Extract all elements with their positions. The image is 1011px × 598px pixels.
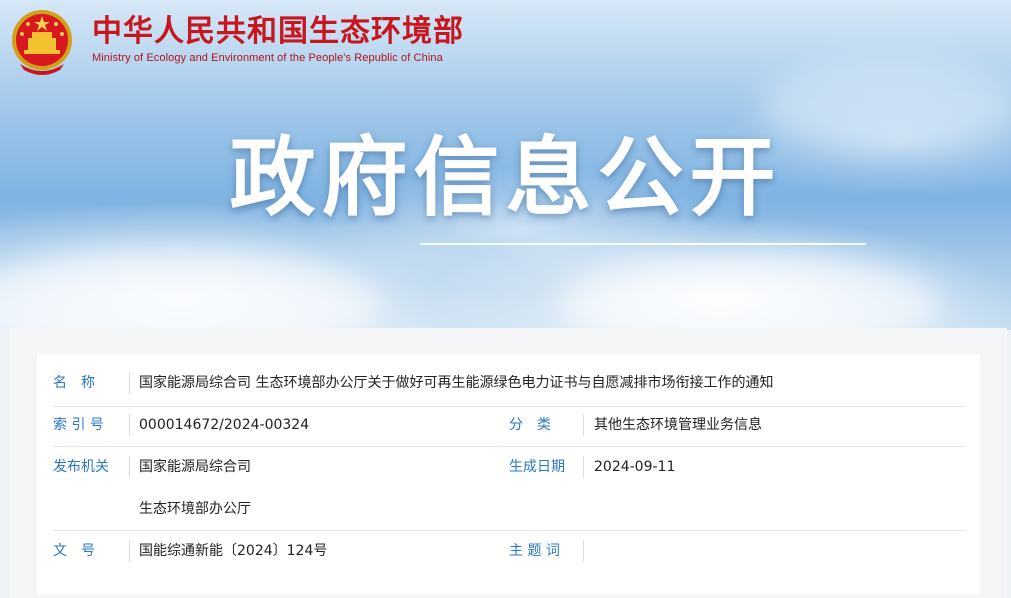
- name-value: 国家能源局综合司 生态环境部办公厅关于做好可再生能源绿色电力证书与自愿减排市场衔…: [139, 375, 774, 391]
- divider: [129, 456, 130, 478]
- issuer-label: 发布机关: [53, 459, 109, 475]
- divider: [583, 456, 584, 478]
- ministry-name-en: Ministry of Ecology and Environment of t…: [92, 52, 443, 64]
- divider: [583, 414, 584, 436]
- divider: [583, 540, 584, 562]
- divider: [129, 372, 130, 394]
- cloud-decoration: [0, 250, 380, 330]
- issuer-value-2: 生态环境部办公厅: [139, 501, 251, 517]
- subject-label: 主 题 词: [509, 543, 560, 559]
- date-label: 生成日期: [509, 459, 565, 475]
- index-value: 000014672/2024-00324: [139, 417, 310, 433]
- ministry-name-cn[interactable]: 中华人民共和国生态环境部: [92, 14, 464, 50]
- category-value: 其他生态环境管理业务信息: [594, 417, 762, 433]
- info-row-index: 索 引 号 000014672/2024-00324 分 类 其他生态环境管理业…: [53, 414, 965, 447]
- header-banner: 中华人民共和国生态环境部 Ministry of Ecology and Env…: [0, 0, 1011, 330]
- issuer-value-1: 国家能源局综合司: [139, 459, 251, 475]
- index-label: 索 引 号: [53, 417, 104, 433]
- page-title: 政府信息公开: [229, 128, 782, 228]
- content-panel: 名 称 国家能源局综合司 生态环境部办公厅关于做好可再生能源绿色电力证书与自愿减…: [10, 328, 1007, 598]
- title-divider: [420, 243, 866, 245]
- info-table: 名 称 国家能源局综合司 生态环境部办公厅关于做好可再生能源绿色电力证书与自愿减…: [37, 354, 980, 594]
- docno-value: 国能综通新能〔2024〕124号: [139, 543, 328, 559]
- category-label: 分 类: [509, 417, 551, 433]
- date-value: 2024-09-11: [594, 459, 676, 475]
- name-label: 名 称: [53, 375, 95, 391]
- national-emblem-icon[interactable]: [10, 8, 74, 78]
- info-row-name: 名 称 国家能源局综合司 生态环境部办公厅关于做好可再生能源绿色电力证书与自愿减…: [53, 372, 965, 407]
- cloud-decoration: [560, 255, 940, 330]
- divider: [129, 540, 130, 562]
- docno-label: 文 号: [53, 543, 95, 559]
- info-row-issuer: 发布机关 国家能源局综合司 生态环境部办公厅 生成日期 2024-09-11: [53, 456, 965, 531]
- divider: [129, 414, 130, 436]
- info-row-docno: 文 号 国能综通新能〔2024〕124号 主 题 词: [53, 540, 965, 572]
